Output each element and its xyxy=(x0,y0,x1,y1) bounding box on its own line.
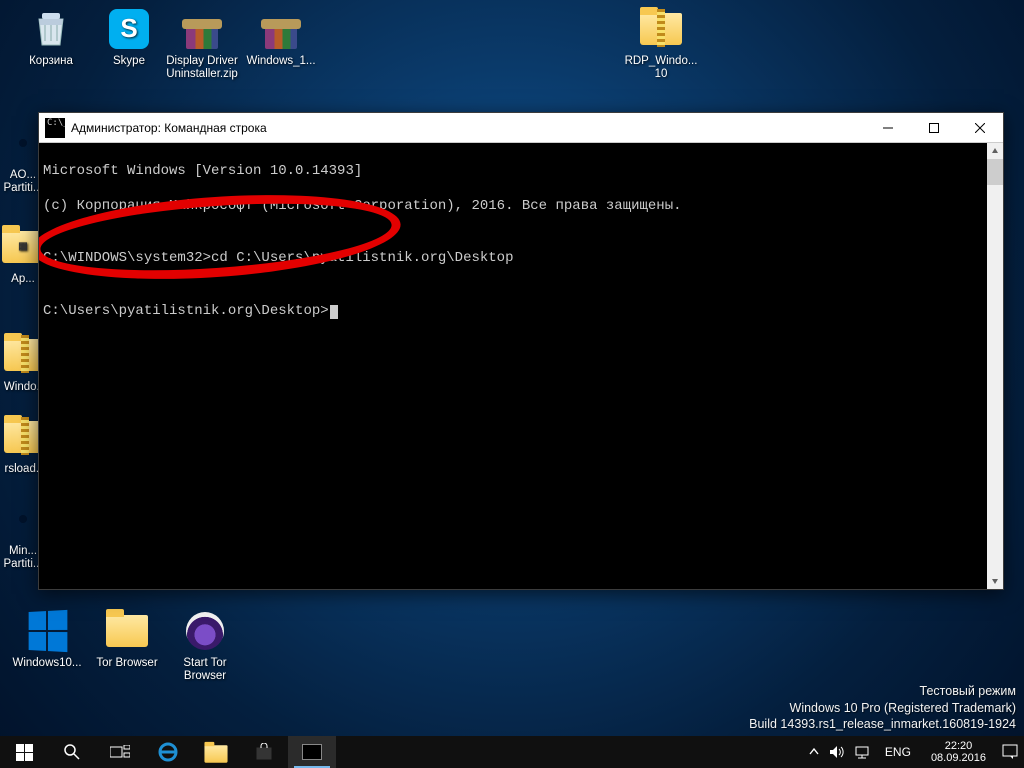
prompt-text: C:\Users\pyatilistnik.org\Desktop> xyxy=(43,303,329,319)
windows-logo-icon xyxy=(24,608,70,654)
desktop-icon-tor[interactable]: Tor Browser xyxy=(90,608,164,670)
cmd-icon xyxy=(302,744,322,760)
maximize-button[interactable] xyxy=(911,113,957,143)
terminal-line: (c) Корпорация Майкрософт (Microsoft Cor… xyxy=(43,198,983,216)
system-tray: ENG 22:20 08.09.2016 xyxy=(803,736,1024,768)
taskbar-edge[interactable] xyxy=(144,736,192,768)
scrollbar-thumb[interactable] xyxy=(987,159,1003,185)
icon-label: Tor Browser xyxy=(90,657,164,670)
edge-icon xyxy=(158,742,178,762)
watermark-line: Windows 10 Pro (Registered Trademark) xyxy=(749,700,1016,716)
tray-chevron-up-icon[interactable] xyxy=(809,747,819,757)
cursor-icon xyxy=(330,305,338,319)
terminal-prompt: C:\Users\pyatilistnik.org\Desktop> xyxy=(43,303,983,321)
cmd-icon: C:\_ xyxy=(45,118,65,138)
volume-icon[interactable] xyxy=(829,745,845,759)
terminal-line: Microsoft Windows [Version 10.0.14393] xyxy=(43,163,983,181)
icon-label: Skype xyxy=(92,55,166,68)
close-button[interactable] xyxy=(957,113,1003,143)
terminal-line: C:\WINDOWS\system32>cd C:\Users\pyatilis… xyxy=(43,250,983,268)
windows-watermark: Тестовый режим Windows 10 Pro (Registere… xyxy=(749,683,1016,732)
window-title: Администратор: Командная строка xyxy=(71,121,865,135)
taskbar-search-button[interactable] xyxy=(48,736,96,768)
taskbar-cmd-running[interactable] xyxy=(288,736,336,768)
winrar-icon xyxy=(258,6,304,52)
action-center-icon[interactable] xyxy=(1002,744,1018,760)
recycle-bin-icon xyxy=(28,6,74,52)
taskbar-explorer[interactable] xyxy=(192,736,240,768)
icon-label: Windows10... xyxy=(10,657,84,670)
start-button[interactable] xyxy=(0,736,48,768)
watermark-line: Тестовый режим xyxy=(749,683,1016,699)
minimize-button[interactable] xyxy=(865,113,911,143)
folder-icon xyxy=(204,745,227,763)
search-icon xyxy=(63,743,81,761)
desktop-icon-rdp[interactable]: RDP_Windo... 10 xyxy=(624,6,698,81)
folder-zip-icon xyxy=(638,6,684,52)
icon-label: Windows_1... xyxy=(244,55,318,68)
desktop-icon-start-tor[interactable]: Start Tor Browser xyxy=(168,608,242,683)
cmd-window: C:\_ Администратор: Командная строка Mic… xyxy=(38,112,1004,590)
taskbar: ENG 22:20 08.09.2016 xyxy=(0,736,1024,768)
scrollbar-up-button[interactable] xyxy=(987,143,1003,159)
titlebar[interactable]: C:\_ Администратор: Командная строка xyxy=(39,113,1003,143)
store-icon xyxy=(255,743,273,761)
desktop-icon-skype[interactable]: S Skype xyxy=(92,6,166,68)
tray-time: 22:20 xyxy=(931,740,986,752)
tray-language[interactable]: ENG xyxy=(881,745,915,759)
icon-label: Start Tor Browser xyxy=(168,657,242,683)
scrollbar-vertical[interactable] xyxy=(987,143,1003,589)
taskview-icon xyxy=(110,745,130,759)
icon-label: RDP_Windo... 10 xyxy=(624,55,698,81)
taskbar-taskview-button[interactable] xyxy=(96,736,144,768)
icon-label: Корзина xyxy=(14,55,88,68)
skype-icon: S xyxy=(106,6,152,52)
desktop-icon-recycle-bin[interactable]: Корзина xyxy=(14,6,88,68)
tray-date: 08.09.2016 xyxy=(931,752,986,764)
winrar-icon xyxy=(179,6,225,52)
desktop-icon-windows10[interactable]: Windows10... xyxy=(10,608,84,670)
scrollbar-down-button[interactable] xyxy=(987,573,1003,589)
network-icon[interactable] xyxy=(855,745,871,759)
watermark-line: Build 14393.rs1_release_inmarket.160819-… xyxy=(749,716,1016,732)
terminal-output[interactable]: Microsoft Windows [Version 10.0.14393] (… xyxy=(39,143,987,589)
icon-label: Display Driver Uninstaller.zip xyxy=(165,55,239,81)
desktop-icon-windows1[interactable]: Windows_1... xyxy=(244,6,318,68)
taskbar-store[interactable] xyxy=(240,736,288,768)
windows-start-icon xyxy=(16,744,33,761)
desktop-icon-ddu-zip[interactable]: Display Driver Uninstaller.zip xyxy=(165,6,239,81)
folder-icon xyxy=(104,608,150,654)
tor-icon xyxy=(182,608,228,654)
tray-clock[interactable]: 22:20 08.09.2016 xyxy=(925,740,992,764)
